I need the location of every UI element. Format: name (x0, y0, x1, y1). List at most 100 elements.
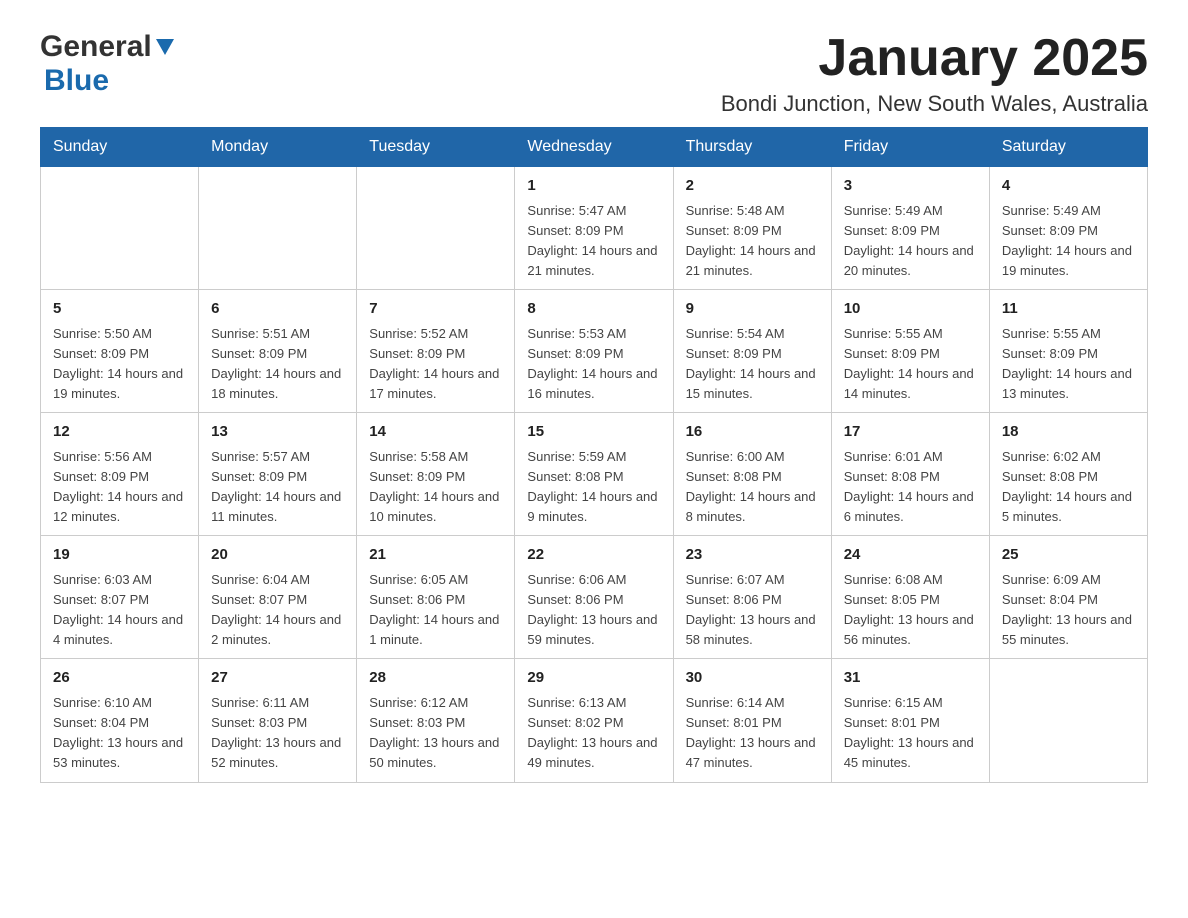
day-info: Sunrise: 6:13 AM Sunset: 8:02 PM Dayligh… (527, 693, 660, 774)
calendar-week-row: 19 Sunrise: 6:03 AM Sunset: 8:07 PM Dayli… (41, 536, 1148, 659)
day-info: Sunrise: 5:55 AM Sunset: 8:09 PM Dayligh… (844, 324, 977, 405)
day-number: 30 (686, 667, 819, 690)
day-info: Sunrise: 5:52 AM Sunset: 8:09 PM Dayligh… (369, 324, 502, 405)
month-title: January 2025 (721, 30, 1148, 87)
day-number: 23 (686, 544, 819, 567)
day-info: Sunrise: 6:07 AM Sunset: 8:06 PM Dayligh… (686, 570, 819, 651)
calendar-cell: 19 Sunrise: 6:03 AM Sunset: 8:07 PM Dayli… (41, 536, 199, 659)
day-number: 25 (1002, 544, 1135, 567)
title-area: January 2025 Bondi Junction, New South W… (721, 30, 1148, 117)
calendar-cell: 24Sunrise: 6:08 AM Sunset: 8:05 PM Dayli… (831, 536, 989, 659)
day-number: 16 (686, 421, 819, 444)
day-number: 5 (53, 298, 186, 321)
calendar-cell: 2 Sunrise: 5:48 AM Sunset: 8:09 PM Daylig… (673, 167, 831, 290)
page-header: General Blue January 2025 Bondi Junction… (40, 30, 1148, 117)
calendar-cell: 21Sunrise: 6:05 AM Sunset: 8:06 PM Dayli… (357, 536, 515, 659)
logo-triangle-icon (154, 35, 176, 57)
calendar-cell: 7Sunrise: 5:52 AM Sunset: 8:09 PM Daylig… (357, 290, 515, 413)
column-header-wednesday: Wednesday (515, 128, 673, 167)
day-info: Sunrise: 5:57 AM Sunset: 8:09 PM Dayligh… (211, 447, 344, 528)
day-info: Sunrise: 5:51 AM Sunset: 8:09 PM Dayligh… (211, 324, 344, 405)
day-info: Sunrise: 6:15 AM Sunset: 8:01 PM Dayligh… (844, 693, 977, 774)
day-number: 15 (527, 421, 660, 444)
day-info: Sunrise: 5:59 AM Sunset: 8:08 PM Dayligh… (527, 447, 660, 528)
day-number: 20 (211, 544, 344, 567)
calendar-cell: 29 Sunrise: 6:13 AM Sunset: 8:02 PM Dayli… (515, 659, 673, 782)
calendar-week-row: 26 Sunrise: 6:10 AM Sunset: 8:04 PM Dayli… (41, 659, 1148, 782)
day-info: Sunrise: 6:01 AM Sunset: 8:08 PM Dayligh… (844, 447, 977, 528)
calendar-cell: 4Sunrise: 5:49 AM Sunset: 8:09 PM Daylig… (989, 167, 1147, 290)
calendar-cell: 14 Sunrise: 5:58 AM Sunset: 8:09 PM Dayli… (357, 413, 515, 536)
day-number: 11 (1002, 298, 1135, 321)
calendar-cell: 28 Sunrise: 6:12 AM Sunset: 8:03 PM Dayli… (357, 659, 515, 782)
logo-blue-text: Blue (44, 64, 109, 97)
calendar-cell: 6 Sunrise: 5:51 AM Sunset: 8:09 PM Daylig… (199, 290, 357, 413)
location-title: Bondi Junction, New South Wales, Austral… (721, 91, 1148, 117)
column-header-friday: Friday (831, 128, 989, 167)
column-header-tuesday: Tuesday (357, 128, 515, 167)
day-info: Sunrise: 5:47 AM Sunset: 8:09 PM Dayligh… (527, 201, 660, 282)
day-info: Sunrise: 5:53 AM Sunset: 8:09 PM Dayligh… (527, 324, 660, 405)
calendar-cell: 16Sunrise: 6:00 AM Sunset: 8:08 PM Dayli… (673, 413, 831, 536)
day-number: 19 (53, 544, 186, 567)
day-info: Sunrise: 6:14 AM Sunset: 8:01 PM Dayligh… (686, 693, 819, 774)
column-header-saturday: Saturday (989, 128, 1147, 167)
calendar-cell (989, 659, 1147, 782)
calendar-cell: 23 Sunrise: 6:07 AM Sunset: 8:06 PM Dayli… (673, 536, 831, 659)
day-number: 24 (844, 544, 977, 567)
day-info: Sunrise: 6:05 AM Sunset: 8:06 PM Dayligh… (369, 570, 502, 651)
day-number: 6 (211, 298, 344, 321)
calendar-cell: 20 Sunrise: 6:04 AM Sunset: 8:07 PM Dayli… (199, 536, 357, 659)
calendar-cell: 12Sunrise: 5:56 AM Sunset: 8:09 PM Dayli… (41, 413, 199, 536)
calendar-cell: 18Sunrise: 6:02 AM Sunset: 8:08 PM Dayli… (989, 413, 1147, 536)
day-number: 1 (527, 175, 660, 198)
calendar-cell: 31 Sunrise: 6:15 AM Sunset: 8:01 PM Dayli… (831, 659, 989, 782)
day-number: 2 (686, 175, 819, 198)
column-header-thursday: Thursday (673, 128, 831, 167)
calendar-cell: 3 Sunrise: 5:49 AM Sunset: 8:09 PM Daylig… (831, 167, 989, 290)
day-info: Sunrise: 6:06 AM Sunset: 8:06 PM Dayligh… (527, 570, 660, 651)
day-info: Sunrise: 5:49 AM Sunset: 8:09 PM Dayligh… (1002, 201, 1135, 282)
day-info: Sunrise: 6:03 AM Sunset: 8:07 PM Dayligh… (53, 570, 186, 651)
day-number: 22 (527, 544, 660, 567)
day-info: Sunrise: 6:10 AM Sunset: 8:04 PM Dayligh… (53, 693, 186, 774)
day-number: 10 (844, 298, 977, 321)
day-number: 29 (527, 667, 660, 690)
calendar-header-row: SundayMondayTuesdayWednesdayThursdayFrid… (41, 128, 1148, 167)
calendar-cell (41, 167, 199, 290)
day-number: 12 (53, 421, 186, 444)
calendar-cell: 9 Sunrise: 5:54 AM Sunset: 8:09 PM Daylig… (673, 290, 831, 413)
calendar-cell (199, 167, 357, 290)
day-info: Sunrise: 6:11 AM Sunset: 8:03 PM Dayligh… (211, 693, 344, 774)
day-number: 17 (844, 421, 977, 444)
calendar-cell (357, 167, 515, 290)
day-info: Sunrise: 5:48 AM Sunset: 8:09 PM Dayligh… (686, 201, 819, 282)
calendar-cell: 13 Sunrise: 5:57 AM Sunset: 8:09 PM Dayli… (199, 413, 357, 536)
day-info: Sunrise: 5:58 AM Sunset: 8:09 PM Dayligh… (369, 447, 502, 528)
day-number: 13 (211, 421, 344, 444)
day-info: Sunrise: 5:54 AM Sunset: 8:09 PM Dayligh… (686, 324, 819, 405)
day-number: 26 (53, 667, 186, 690)
logo: General Blue (40, 30, 176, 98)
day-number: 14 (369, 421, 502, 444)
calendar-week-row: 1 Sunrise: 5:47 AM Sunset: 8:09 PM Daylig… (41, 167, 1148, 290)
day-info: Sunrise: 6:12 AM Sunset: 8:03 PM Dayligh… (369, 693, 502, 774)
day-info: Sunrise: 6:04 AM Sunset: 8:07 PM Dayligh… (211, 570, 344, 651)
calendar-week-row: 12Sunrise: 5:56 AM Sunset: 8:09 PM Dayli… (41, 413, 1148, 536)
calendar-cell: 11Sunrise: 5:55 AM Sunset: 8:09 PM Dayli… (989, 290, 1147, 413)
day-number: 8 (527, 298, 660, 321)
calendar-week-row: 5Sunrise: 5:50 AM Sunset: 8:09 PM Daylig… (41, 290, 1148, 413)
column-header-monday: Monday (199, 128, 357, 167)
calendar-cell: 10 Sunrise: 5:55 AM Sunset: 8:09 PM Dayli… (831, 290, 989, 413)
calendar-cell: 8 Sunrise: 5:53 AM Sunset: 8:09 PM Daylig… (515, 290, 673, 413)
day-info: Sunrise: 5:49 AM Sunset: 8:09 PM Dayligh… (844, 201, 977, 282)
day-number: 28 (369, 667, 502, 690)
day-number: 27 (211, 667, 344, 690)
day-number: 3 (844, 175, 977, 198)
day-number: 31 (844, 667, 977, 690)
column-header-sunday: Sunday (41, 128, 199, 167)
calendar-cell: 1 Sunrise: 5:47 AM Sunset: 8:09 PM Daylig… (515, 167, 673, 290)
day-number: 9 (686, 298, 819, 321)
day-info: Sunrise: 6:09 AM Sunset: 8:04 PM Dayligh… (1002, 570, 1135, 651)
logo-general-text: General (40, 30, 152, 64)
